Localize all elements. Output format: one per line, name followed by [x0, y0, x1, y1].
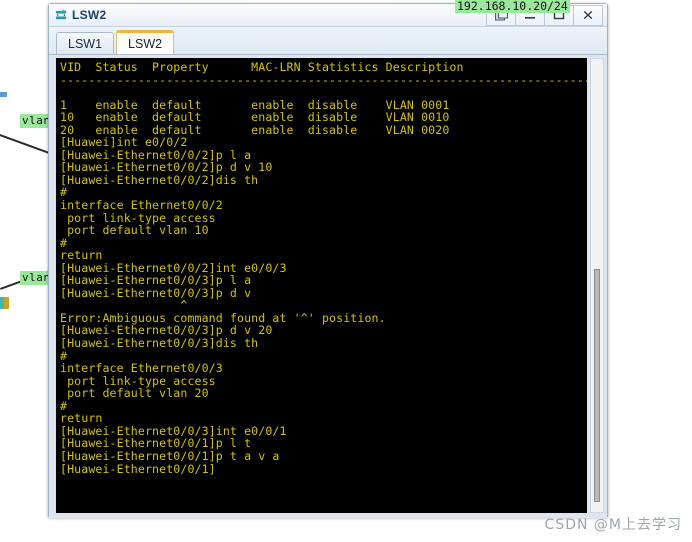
device-cli-window: LSW2 LSW1 LSW2 VID Status Property MAC-L… [48, 3, 608, 518]
cli-console-text: VID Status Property MAC-LRN Statistics D… [60, 60, 587, 476]
tab-lsw1[interactable]: LSW1 [56, 32, 115, 54]
window-title: LSW2 [72, 8, 107, 22]
ip-address-label: 192.168.10.20/24 [455, 0, 570, 13]
tab-lsw1-label: LSW1 [68, 36, 103, 51]
watermark: CSDN @M上去学习 [544, 517, 682, 533]
device-tab-strip: LSW1 LSW2 [49, 27, 607, 55]
switch-icon [55, 8, 67, 19]
cli-console[interactable]: VID Status Property MAC-LRN Statistics D… [56, 58, 587, 513]
console-scrollbar[interactable] [590, 58, 604, 513]
close-button[interactable] [573, 4, 603, 26]
tab-lsw2-label: LSW2 [128, 36, 163, 51]
console-area: VID Status Property MAC-LRN Statistics D… [49, 55, 607, 518]
tab-lsw2[interactable]: LSW2 [116, 30, 175, 54]
topology-node-fragment-bottom [0, 297, 9, 309]
console-scrollbar-thumb[interactable] [594, 269, 600, 502]
close-icon [583, 10, 593, 20]
topology-node-fragment-top [0, 92, 7, 97]
